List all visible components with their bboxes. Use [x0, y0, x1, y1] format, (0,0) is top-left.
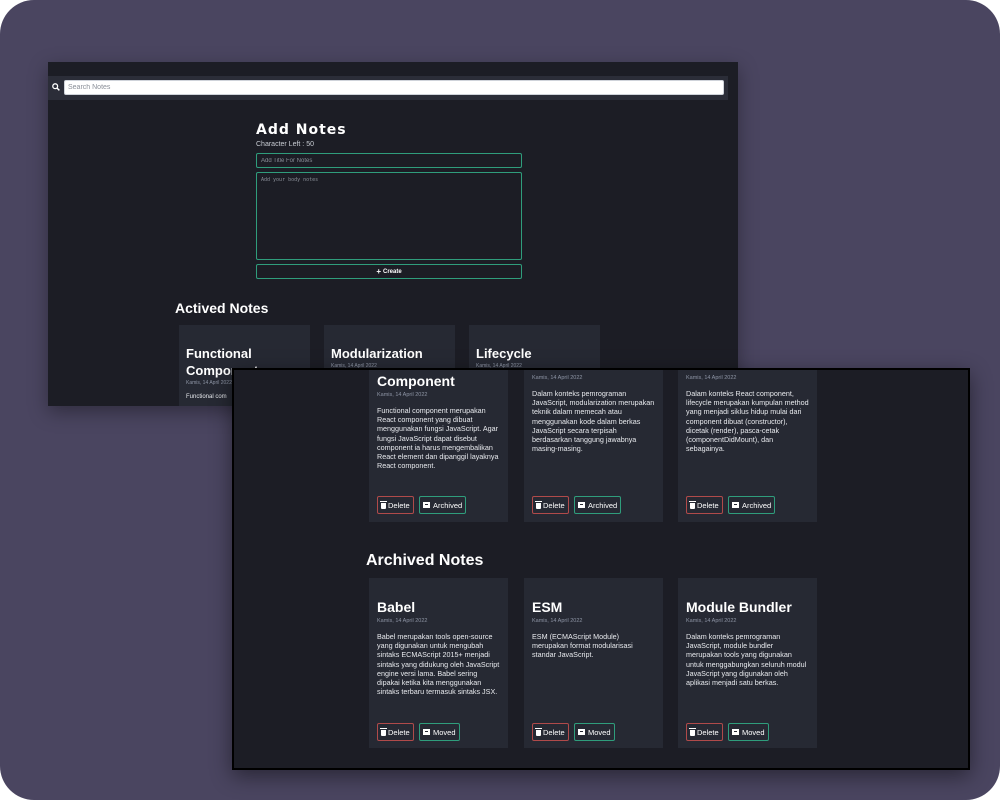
delete-button-label: Delete — [543, 727, 565, 737]
trash-icon — [535, 727, 542, 736]
trash-icon — [689, 727, 696, 736]
delete-button[interactable]: Delete — [686, 496, 723, 514]
note-card: Module Bundler Kamis, 14 April 2022 Dala… — [678, 578, 817, 748]
note-body-input[interactable] — [256, 172, 522, 260]
note-title: Component — [377, 373, 455, 389]
trash-icon — [380, 727, 387, 736]
note-title: Modularization — [331, 346, 423, 361]
create-button[interactable]: + Create — [256, 264, 522, 279]
move-button-label: Moved — [588, 727, 611, 737]
note-title: Lifecycle — [476, 346, 532, 361]
archive-icon — [732, 502, 739, 508]
note-body: Babel merupakan tools open-source yang d… — [377, 632, 500, 697]
delete-button[interactable]: Delete — [377, 496, 414, 514]
trash-icon — [689, 500, 696, 509]
note-card: Kamis, 14 April 2022 Dalam konteks pemro… — [524, 370, 663, 522]
note-title: Module Bundler — [686, 599, 792, 615]
note-date: Kamis, 14 April 2022 — [377, 618, 428, 624]
delete-button[interactable]: Delete — [686, 723, 723, 741]
move-button[interactable]: Moved — [728, 723, 769, 741]
archive-button-label: Archived — [433, 500, 463, 510]
note-title: Babel — [377, 599, 416, 615]
note-body: Dalam konteks React component, lifecycle… — [686, 389, 809, 454]
delete-button-label: Delete — [697, 727, 719, 737]
archive-icon — [578, 502, 585, 508]
delete-button-label: Delete — [543, 500, 565, 510]
delete-button[interactable]: Delete — [532, 723, 569, 741]
note-date: Kamis, 14 April 2022 — [686, 618, 737, 624]
archive-icon — [732, 729, 739, 735]
move-button[interactable]: Moved — [574, 723, 615, 741]
app-window-form: Add Notes Character Left : 50 + Create A… — [48, 62, 738, 406]
archive-icon — [423, 729, 430, 735]
search-icon — [52, 83, 60, 91]
note-body: Functional component merupakan React com… — [377, 406, 499, 471]
actived-notes-heading: Actived Notes — [175, 300, 269, 316]
delete-button-label: Delete — [388, 727, 410, 737]
move-button-label: Moved — [742, 727, 765, 737]
note-body: Dalam konteks pemrograman JavaScript, mo… — [686, 632, 807, 688]
archive-icon — [423, 502, 430, 508]
note-card: Component Kamis, 14 April 2022 Functiona… — [369, 370, 508, 522]
move-button-label: Moved — [433, 727, 456, 737]
archived-notes-heading: Archived Notes — [366, 552, 484, 569]
note-card: ESM Kamis, 14 April 2022 ESM (ECMAScript… — [524, 578, 663, 748]
archive-button[interactable]: Archived — [574, 496, 622, 514]
delete-button[interactable]: Delete — [532, 496, 569, 514]
character-counter: Character Left : 50 — [256, 141, 314, 148]
delete-button-label: Delete — [697, 500, 719, 510]
note-card: Babel Kamis, 14 April 2022 Babel merupak… — [369, 578, 508, 748]
search-bar — [48, 76, 728, 100]
note-card: Kamis, 14 April 2022 Dalam konteks React… — [678, 370, 817, 522]
archive-icon — [578, 729, 585, 735]
delete-button[interactable]: Delete — [377, 723, 414, 741]
app-window-notes: Component Kamis, 14 April 2022 Functiona… — [232, 368, 970, 770]
trash-icon — [380, 500, 387, 509]
note-body: Dalam konteks pemrograman JavaScript, mo… — [532, 389, 655, 454]
note-date: Kamis, 14 April 2022 — [686, 375, 737, 381]
note-date: Kamis, 14 April 2022 — [532, 618, 583, 624]
note-date: Kamis, 14 April 2022 — [532, 375, 583, 381]
create-button-label: Create — [382, 268, 402, 275]
note-title: ESM — [532, 599, 563, 615]
move-button[interactable]: Moved — [419, 723, 460, 741]
plus-icon: + — [376, 266, 381, 276]
archive-button-label: Archived — [588, 500, 618, 510]
delete-button-label: Delete — [388, 500, 410, 510]
note-body: ESM (ECMAScript Module) merupakan format… — [532, 632, 633, 660]
note-title-input[interactable] — [256, 153, 522, 168]
presentation-background: Add Notes Character Left : 50 + Create A… — [0, 0, 1000, 800]
trash-icon — [535, 500, 542, 509]
note-date: Kamis, 14 April 2022 — [377, 392, 428, 398]
note-body: Functional com — [186, 394, 227, 400]
archive-button-label: Archived — [742, 500, 772, 510]
search-input[interactable] — [64, 80, 724, 95]
archive-button[interactable]: Archived — [419, 496, 467, 514]
note-date: Kamis, 14 April 2022 — [186, 380, 232, 386]
add-notes-heading: Add Notes — [256, 122, 347, 138]
archive-button[interactable]: Archived — [728, 496, 776, 514]
